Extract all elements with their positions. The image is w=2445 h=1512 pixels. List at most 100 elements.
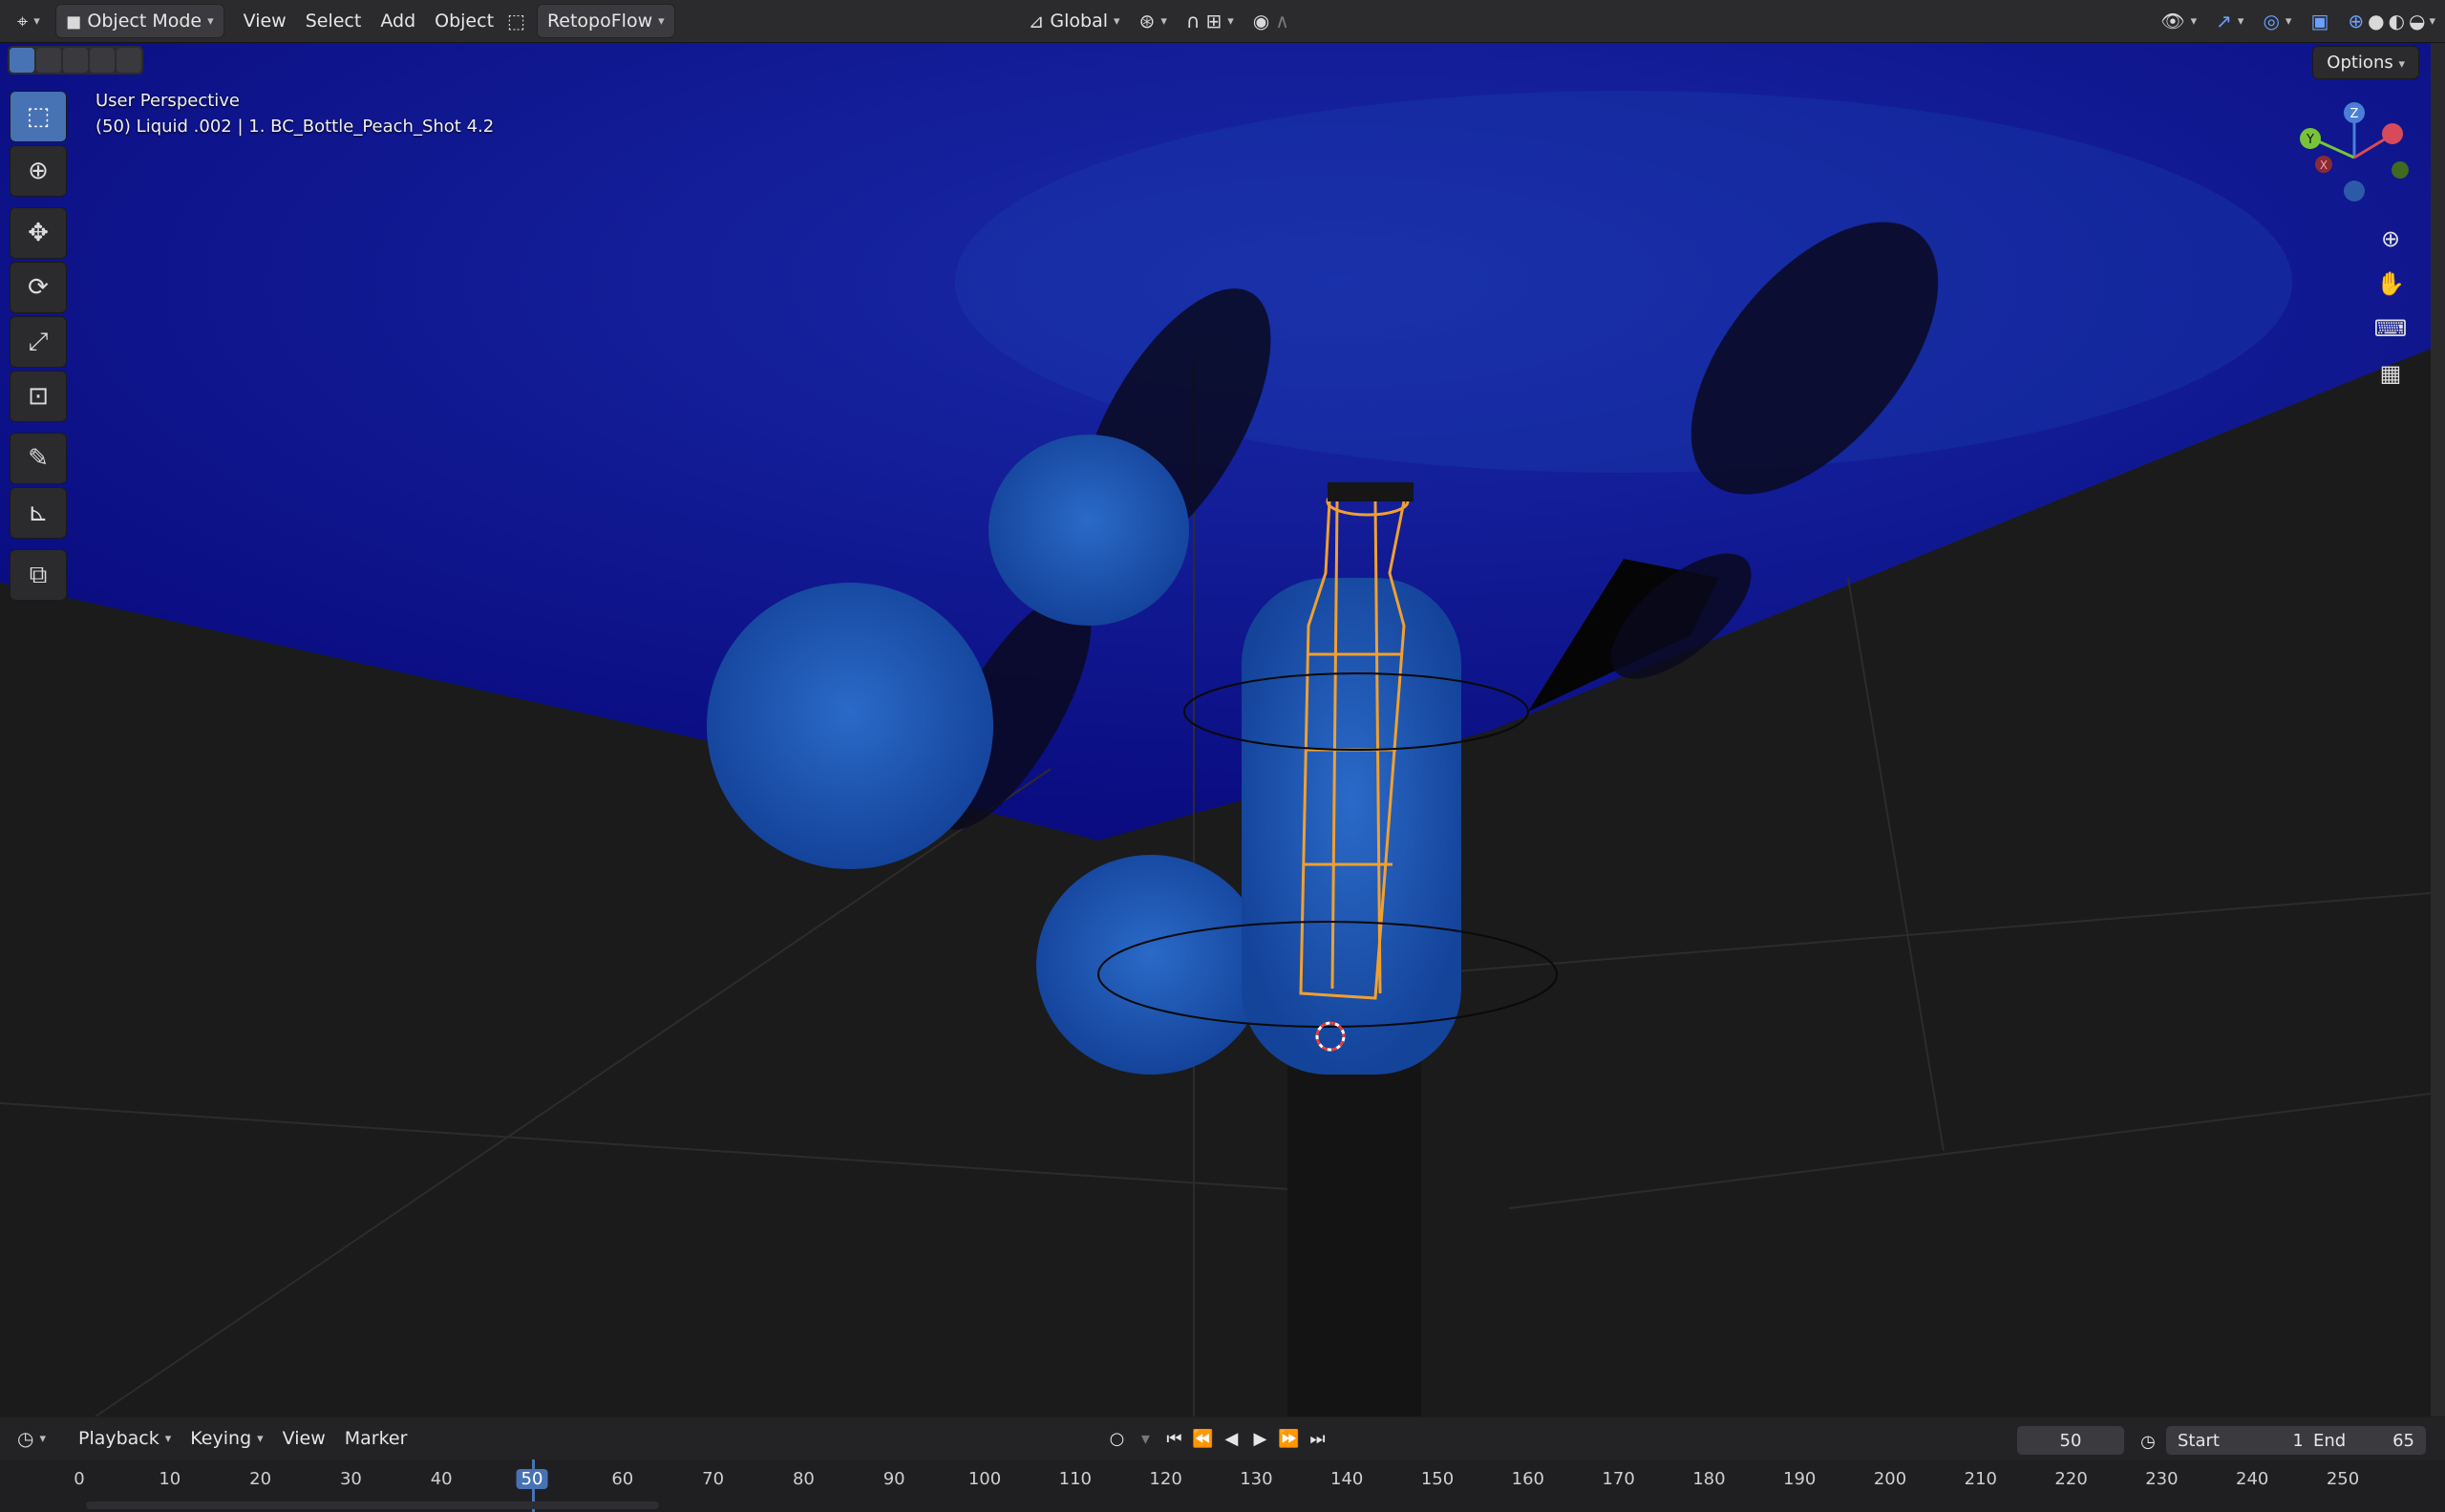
end-frame-field[interactable]: End 65 xyxy=(2302,1426,2426,1455)
gizmo-z-label: Z xyxy=(2350,107,2359,121)
overlays-toggle[interactable]: ◎ ▾ xyxy=(2253,5,2301,37)
menu-object-label: Object xyxy=(435,11,495,32)
end-label: End xyxy=(2313,1430,2347,1451)
select-invert-icon[interactable] xyxy=(90,48,115,73)
frame-tick: 200 xyxy=(1873,1469,1907,1489)
menu-select[interactable]: Select xyxy=(296,5,372,37)
frame-tick: 50 xyxy=(516,1469,548,1489)
orientation-label: Global xyxy=(1050,11,1109,32)
record-icon: ○ xyxy=(1109,1428,1125,1449)
retopo-icon[interactable]: ⬚ xyxy=(507,10,525,32)
3d-viewport[interactable]: Options ▾ User Perspective (50) Liquid .… xyxy=(0,43,2431,1416)
frame-tick: 140 xyxy=(1330,1469,1364,1489)
camera-view-button[interactable]: ⌨ xyxy=(2371,309,2410,348)
snap-target-icon: ⊞ xyxy=(1205,10,1222,32)
navigation-gizmo[interactable]: Z Y X xyxy=(2297,96,2412,210)
timeline-editor-type[interactable]: ◷ ▾ xyxy=(8,1422,55,1455)
gizmo-x-axis[interactable] xyxy=(2382,123,2403,144)
retopoflow-label: RetopoFlow xyxy=(546,11,653,32)
material-shading-icon[interactable]: ◐ xyxy=(2389,10,2405,32)
object-info-label: (50) Liquid .002 | 1. BC_Bottle_Peach_Sh… xyxy=(96,117,495,137)
select-box-tool[interactable]: ⬚ xyxy=(10,91,67,142)
rotate-tool[interactable]: ⟳ xyxy=(10,262,67,313)
frame-tick: 190 xyxy=(1783,1469,1817,1489)
keying-set-dropdown[interactable]: ▾ xyxy=(1133,1426,1158,1451)
zoom-button[interactable]: ⊕ xyxy=(2371,220,2410,258)
current-frame-value: 50 xyxy=(2059,1430,2082,1451)
object-mode-icon: ◼ xyxy=(65,10,82,32)
frame-tick: 130 xyxy=(1240,1469,1273,1489)
prev-keyframe-button[interactable]: ⏪ xyxy=(1190,1426,1215,1451)
wireframe-shading-icon[interactable]: ⊕ xyxy=(2348,10,2364,32)
jump-end-button[interactable]: ⏭ xyxy=(1305,1426,1329,1451)
right-panel-gutter[interactable] xyxy=(2431,43,2445,1416)
move-tool[interactable]: ✥ xyxy=(10,207,67,259)
cursor-tool[interactable]: ⊕ xyxy=(10,145,67,197)
orientation-selector[interactable]: ⊿ Global ▾ xyxy=(1019,5,1130,37)
play-reverse-button[interactable]: ◀ xyxy=(1219,1426,1244,1451)
retopoflow-menu[interactable]: RetopoFlow ▾ xyxy=(536,4,675,38)
transform-tool[interactable]: ⊡ xyxy=(10,371,67,422)
editor-type-selector[interactable]: ⌖ ▾ xyxy=(8,5,50,37)
frame-tick: 100 xyxy=(967,1469,1002,1489)
options-label: Options xyxy=(2327,53,2393,73)
xray-toggle[interactable]: ▣ xyxy=(2301,5,2338,37)
current-frame-field[interactable]: 50 xyxy=(2017,1426,2124,1455)
menu-view-label: View xyxy=(243,11,287,32)
next-keyframe-button[interactable]: ⏩ xyxy=(1276,1426,1301,1451)
measure-tool[interactable]: ⊾ xyxy=(10,487,67,539)
menu-object[interactable]: Object xyxy=(425,5,503,37)
frame-tick: 120 xyxy=(1149,1469,1182,1489)
timeline-scrollbar[interactable] xyxy=(86,1501,659,1509)
scale-tool[interactable]: ⤢ xyxy=(10,316,67,368)
visibility-selector[interactable]: 👁 ▾ xyxy=(2151,5,2206,37)
menu-add-label: Add xyxy=(380,11,416,32)
select-subtract-icon[interactable] xyxy=(63,48,88,73)
menu-add[interactable]: Add xyxy=(371,5,425,37)
snap-toggle[interactable]: ∩ ⊞ ▾ xyxy=(1177,5,1244,37)
menu-playback[interactable]: Playback ▾ xyxy=(69,1422,181,1455)
shading-modes[interactable]: ⊕ ● ◐ ◒ ▾ xyxy=(2338,5,2445,37)
frame-ruler[interactable]: 0 10 20 30 40 50 60 70 80 90 100 110 120 130 140 150 160… xyxy=(0,1459,2445,1512)
rotate-icon: ⟳ xyxy=(28,273,49,302)
add-cube-tool[interactable]: ⧉ xyxy=(10,549,67,601)
perspective-toggle-button[interactable]: ▦ xyxy=(2371,354,2410,393)
timeline-editor: ◷ ▾ Playback ▾ Keying ▾ View Marker ○ ▾ … xyxy=(0,1417,2445,1512)
hand-icon: ✋ xyxy=(2376,270,2405,297)
orientation-icon: ⊿ xyxy=(1028,10,1045,32)
play-button[interactable]: ▶ xyxy=(1247,1426,1272,1451)
menu-timeline-view[interactable]: View xyxy=(273,1422,335,1455)
select-extend-icon[interactable] xyxy=(36,48,61,73)
chevron-down-icon: ▾ xyxy=(658,13,665,29)
use-preview-range-toggle[interactable]: ◷ xyxy=(2136,1429,2160,1454)
jump-start-icon: ⏮ xyxy=(1166,1428,1182,1449)
start-frame-field[interactable]: Start 1 xyxy=(2166,1426,2315,1455)
clock-icon: ◷ xyxy=(17,1427,34,1450)
proportional-edit-toggle[interactable]: ◉ ∧ xyxy=(1244,5,1299,37)
gizmo-toggle[interactable]: ↗ ▾ xyxy=(2206,5,2253,37)
play-icon: ▶ xyxy=(1253,1428,1267,1449)
jump-start-button[interactable]: ⏮ xyxy=(1161,1426,1186,1451)
auto-key-toggle[interactable]: ○ xyxy=(1104,1426,1129,1451)
magnet-icon: ∩ xyxy=(1185,10,1201,32)
select-new-icon[interactable] xyxy=(10,48,34,73)
start-label: Start xyxy=(2178,1430,2220,1451)
frame-tick: 80 xyxy=(792,1469,815,1489)
next-keyframe-icon: ⏩ xyxy=(1278,1428,1300,1449)
menu-view[interactable]: View xyxy=(234,5,296,37)
mode-selector[interactable]: ◼ Object Mode ▾ xyxy=(54,4,224,38)
annotate-tool[interactable]: ✎ xyxy=(10,433,67,484)
frame-tick: 230 xyxy=(2145,1469,2179,1489)
solid-shading-icon[interactable]: ● xyxy=(2368,10,2384,32)
menu-marker[interactable]: Marker xyxy=(335,1422,417,1455)
menu-keying-label: Keying xyxy=(190,1428,252,1449)
pan-button[interactable]: ✋ xyxy=(2371,265,2410,303)
options-button[interactable]: Options ▾ xyxy=(2312,46,2419,79)
rendered-shading-icon[interactable]: ◒ xyxy=(2409,10,2425,32)
play-reverse-icon: ◀ xyxy=(1224,1428,1239,1449)
menu-keying[interactable]: Keying ▾ xyxy=(181,1422,272,1455)
mode-label: Object Mode xyxy=(87,11,202,32)
select-intersect-icon[interactable] xyxy=(117,48,141,73)
chevron-down-icon: ▾ xyxy=(2285,13,2292,29)
pivot-point-selector[interactable]: ⊛ ▾ xyxy=(1130,5,1177,37)
